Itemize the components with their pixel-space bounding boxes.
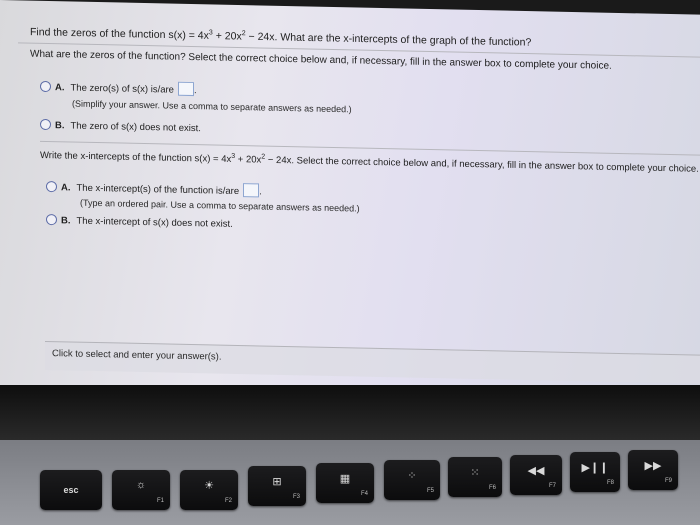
key-fn-label: F5 [426, 488, 434, 494]
intercepts-choice-a[interactable]: A. The x-intercept(s) of the function is/… [46, 179, 262, 198]
f7-key[interactable]: ◀◀ F7 [510, 455, 562, 495]
zeros-hint: (Simplify your answer. Use a comma to se… [72, 98, 352, 115]
launchpad-icon: ▦ [339, 473, 351, 485]
play-pause-icon: ▶❙❙ [581, 462, 609, 474]
question-panel: Find the zeros of the function s(x) = 4x… [0, 0, 700, 405]
intercepts-hint: (Type an ordered pair. Use a comma to se… [80, 197, 360, 214]
f5-key[interactable]: ⁘ F5 [384, 460, 440, 500]
key-fn-label: F8 [606, 480, 614, 486]
f4-key[interactable]: ▦ F4 [316, 463, 374, 503]
keyboard-light-up-icon: ⁙ [470, 467, 480, 479]
f1-key[interactable]: ☼ F1 [112, 470, 170, 510]
choice-text: The x-intercept(s) of the function is/ar… [76, 182, 240, 198]
footer-bar [45, 340, 700, 384]
choice-letter: B. [61, 215, 71, 227]
choice-letter: A. [61, 182, 71, 194]
question-text: + 20x [235, 154, 262, 166]
esc-key[interactable]: esc [40, 470, 102, 510]
question-text: − 24x. Select the correct choice below a… [265, 154, 699, 175]
f3-key[interactable]: ⊞ F3 [248, 466, 306, 506]
radio-icon[interactable] [40, 80, 51, 93]
key-fn-label: F9 [664, 478, 672, 484]
radio-icon[interactable] [46, 180, 57, 193]
key-fn-label: F4 [360, 491, 368, 497]
f9-key[interactable]: ▶▶ F9 [628, 450, 678, 490]
choice-text: The x-intercept of s(x) does not exist. [76, 215, 233, 230]
choice-text: The zero of s(x) does not exist. [70, 120, 201, 135]
choice-letter: A. [55, 82, 65, 94]
f8-key[interactable]: ▶❙❙ F8 [570, 452, 620, 492]
mission-control-icon: ⊞ [272, 476, 282, 488]
zeros-choice-a[interactable]: A. The zero(s) of s(x) is/are. [40, 79, 197, 96]
f2-key[interactable]: ☀ F2 [180, 470, 238, 510]
key-fn-label: F2 [224, 498, 232, 504]
punctuation: . [193, 85, 197, 97]
question-text: + 20x [212, 29, 242, 43]
key-fn-label: F3 [292, 494, 300, 500]
zeros-answer-box[interactable] [177, 81, 194, 97]
zeros-choice-b[interactable]: B. The zero of s(x) does not exist. [40, 118, 201, 135]
choice-letter: B. [55, 120, 65, 132]
f6-key[interactable]: ⁙ F6 [448, 457, 502, 497]
intercepts-choice-b[interactable]: B. The x-intercept of s(x) does not exist… [46, 213, 233, 230]
keyboard-light-down-icon: ⁘ [407, 470, 417, 482]
brightness-up-icon: ☀ [204, 480, 214, 492]
radio-icon[interactable] [40, 118, 51, 131]
key-fn-label: F6 [488, 485, 496, 491]
question-text: − 24x. What are the x-intercepts of the … [245, 30, 532, 49]
intercepts-answer-box[interactable] [243, 183, 260, 198]
laptop-bezel [0, 385, 700, 440]
question-text: Write the x-intercepts of the function s… [40, 149, 232, 165]
rewind-icon: ◀◀ [527, 465, 545, 477]
key-fn-label: F1 [156, 498, 164, 504]
brightness-down-icon: ☼ [135, 479, 147, 491]
question-text: Find the zeros of the function s(x) = 4x [30, 26, 209, 42]
screen: Find the zeros of the function s(x) = 4x… [0, 0, 700, 405]
key-fn-label: F7 [548, 483, 556, 489]
punctuation: . [259, 186, 262, 198]
fast-forward-icon: ▶▶ [644, 460, 662, 472]
key-label: esc [63, 485, 79, 495]
choice-text: The zero(s) of s(x) is/are [70, 82, 174, 96]
radio-icon[interactable] [46, 213, 57, 226]
